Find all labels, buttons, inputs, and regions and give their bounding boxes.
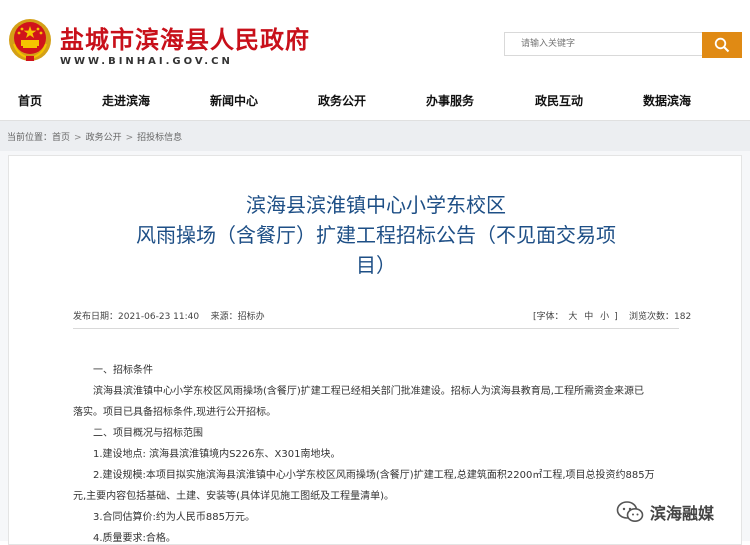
breadcrumb-separator: > xyxy=(125,133,134,143)
publish-time: 发布日期：2021-06-23 11:40 xyxy=(73,312,200,322)
article-meta: 发布日期：2021-06-23 11:40 来源：招标办 xyxy=(73,309,265,322)
meta-divider xyxy=(73,328,679,329)
body-paragraph: 滨海县滨淮镇中心小学东校区风雨操场(含餐厅)扩建工程已经相关部门批准建设。招标人… xyxy=(93,386,644,397)
breadcrumb: 当前位置：首页 > 政务公开 > 招投标信息 xyxy=(7,130,182,143)
national-emblem-icon[interactable] xyxy=(8,18,52,62)
nav-item-data[interactable]: 数据滨海 xyxy=(643,92,691,109)
site-title[interactable]: 盐城市滨海县人民政府 xyxy=(60,20,310,55)
nav-item-interaction[interactable]: 政民互动 xyxy=(535,92,583,109)
site-url: WWW.BINHAI.GOV.CN xyxy=(60,56,233,67)
site-header: 盐城市滨海县人民政府 WWW.BINHAI.GOV.CN xyxy=(0,0,750,82)
article-title-line: 目） xyxy=(356,253,396,277)
body-paragraph: 元,主要内容包括基础、土建、安装等(具体详见施工图纸及工程量清单)。 xyxy=(73,491,394,502)
article-source: 来源：招标办 xyxy=(210,312,265,322)
nav-item-news[interactable]: 新闻中心 xyxy=(210,92,258,109)
breadcrumb-item-home[interactable]: 首页 xyxy=(52,130,70,143)
font-size-label-close: ] xyxy=(614,312,618,322)
breadcrumb-separator: > xyxy=(74,133,82,143)
body-paragraph: 1.建设地点: 滨海县滨淮镇境内S226东、X301南地块。 xyxy=(93,449,341,460)
article-tools: [字体： 大 中 小 ] 浏览次数：182 xyxy=(533,309,691,322)
body-paragraph: 落实。项目已具备招标条件,现进行公开招标。 xyxy=(73,407,277,418)
search-bar xyxy=(504,32,742,58)
nav-item-about[interactable]: 走进滨海 xyxy=(102,92,150,109)
wechat-icon xyxy=(616,501,644,522)
article-title-line: 滨海县滨淮镇中心小学东校区 xyxy=(246,193,506,217)
section-heading: 一、招标条件 xyxy=(93,365,153,376)
watermark-text: 滨海融媒 xyxy=(650,504,715,523)
nav-item-government-affairs[interactable]: 政务公开 xyxy=(318,92,366,109)
body-paragraph: 3.合同估算价:约为人民币885万元。 xyxy=(93,512,255,523)
body-paragraph: 2.建设规模:本项目拟实施滨海县滨淮镇中心小学东校区风雨操场(含餐厅)扩建工程,… xyxy=(93,470,655,481)
main-nav: 首页 走进滨海 新闻中心 政务公开 办事服务 政民互动 数据滨海 xyxy=(0,82,750,121)
font-size-label: [字体： xyxy=(533,312,564,322)
breadcrumb-bar: 当前位置：首页 > 政务公开 > 招投标信息 xyxy=(0,121,750,151)
article-panel: 滨海县滨淮镇中心小学东校区 风雨操场（含餐厅）扩建工程招标公告（不见面交易项 目… xyxy=(8,155,742,545)
nav-item-home[interactable]: 首页 xyxy=(18,92,42,109)
breadcrumb-item-government-affairs[interactable]: 政务公开 xyxy=(86,130,122,143)
font-size-large-button[interactable]: 大 xyxy=(568,309,577,322)
section-heading: 二、项目概况与招标范围 xyxy=(93,428,203,439)
font-size-medium-button[interactable]: 中 xyxy=(584,309,593,322)
breadcrumb-label: 当前位置： xyxy=(7,133,53,143)
nav-item-services[interactable]: 办事服务 xyxy=(426,92,474,109)
search-icon xyxy=(714,37,730,53)
view-count: 浏览次数：182 xyxy=(629,312,692,322)
watermark: 滨海融媒 xyxy=(616,497,714,527)
body-paragraph: 4.质量要求:合格。 xyxy=(93,533,176,544)
search-input[interactable] xyxy=(504,32,702,56)
search-button[interactable] xyxy=(702,32,742,58)
breadcrumb-item-bidding[interactable]: 招投标信息 xyxy=(137,130,182,143)
article-title-line: 风雨操场（含餐厅）扩建工程招标公告（不见面交易项 xyxy=(136,223,616,247)
font-size-small-button[interactable]: 小 xyxy=(600,309,609,322)
